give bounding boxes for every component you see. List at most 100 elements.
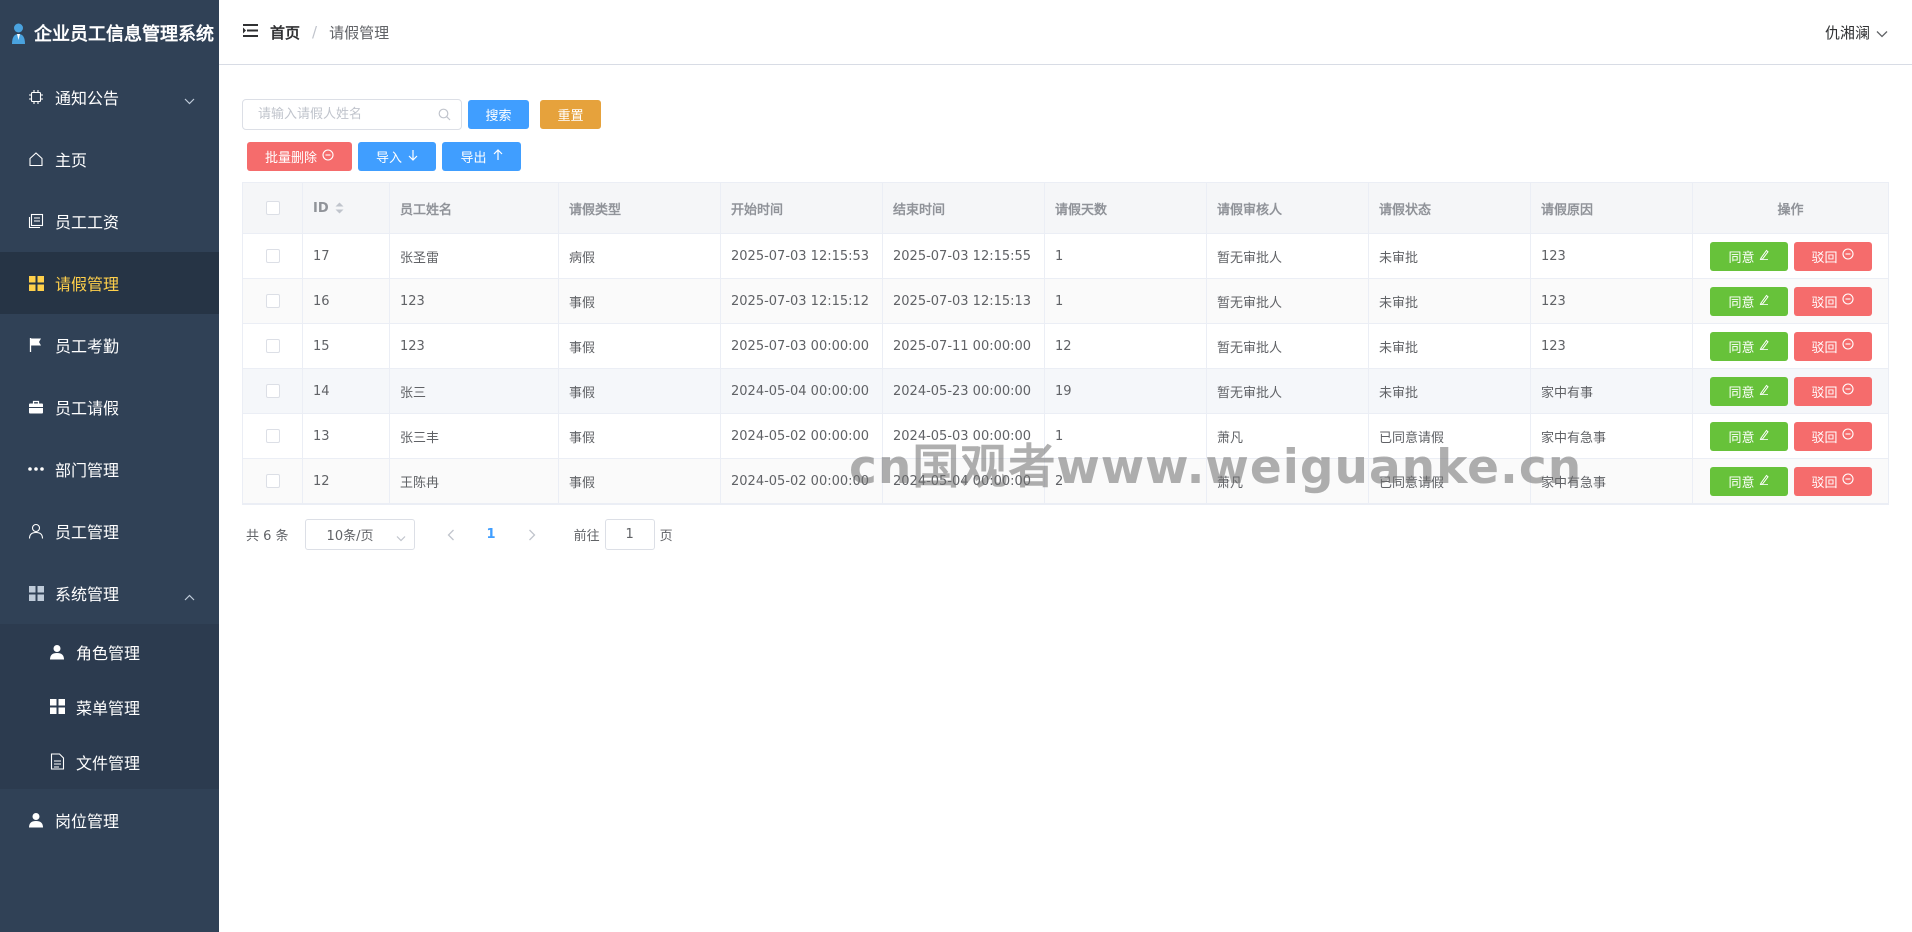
search-input[interactable] — [258, 100, 438, 129]
sidebar-item[interactable]: 通知公告 — [0, 66, 219, 128]
reject-button[interactable]: 驳回 — [1793, 286, 1872, 316]
page-number[interactable]: 1 — [487, 527, 496, 542]
remove-circle-icon — [1841, 293, 1854, 309]
sidebar-item[interactable]: 员工工资 — [0, 190, 219, 252]
table-cell: 张三丰 — [390, 414, 559, 458]
sidebar-item-label: 岗位管理 — [55, 812, 120, 831]
user-icon — [27, 522, 45, 540]
sidebar-subitem[interactable]: 角色管理 — [0, 624, 219, 679]
table-row[interactable]: 13 张三丰 事假 2024-05-02 00:00:00 2024-05-03 00:… — [243, 414, 1888, 459]
sidebar-item[interactable]: 主页 — [0, 128, 219, 190]
table-cell: 17 — [303, 234, 390, 278]
navbar: 首页 / 请假管理 仇湘澜 — [219, 0, 1912, 65]
search-icon — [438, 108, 451, 125]
reject-button[interactable]: 驳回 — [1793, 466, 1872, 496]
row-checkbox[interactable] — [265, 384, 280, 398]
table-row[interactable]: 15 123 事假 2025-07-03 00:00:00 2025-07-11 00:… — [243, 324, 1888, 369]
sidebar-item-label: 主页 — [55, 151, 88, 170]
breadcrumb-separator: / — [312, 23, 318, 41]
row-checkbox[interactable] — [265, 339, 280, 353]
table-cell: 事假 — [559, 279, 721, 323]
row-select-cell — [243, 414, 303, 458]
sidebar-subitem[interactable]: 菜单管理 — [0, 679, 219, 734]
row-checkbox[interactable] — [265, 474, 280, 488]
sidebar-item[interactable]: 部门管理 — [0, 438, 219, 500]
approve-label: 同意 — [1728, 340, 1755, 356]
approve-label: 同意 — [1728, 295, 1755, 311]
grid-icon — [27, 584, 45, 602]
reject-button[interactable]: 驳回 — [1793, 376, 1872, 406]
sidebar-item[interactable]: 员工考勤 — [0, 314, 219, 376]
select-all-checkbox[interactable] — [265, 201, 280, 215]
edit-icon — [1759, 249, 1769, 264]
page-suffix: 页 — [659, 529, 673, 544]
batch-delete-button[interactable]: 批量删除 — [247, 142, 352, 171]
goto-label: 前往 — [573, 529, 600, 544]
sidebar-item[interactable]: 岗位管理 — [0, 789, 219, 851]
sidebar-submenu: 角色管理菜单管理文件管理 — [0, 624, 219, 789]
reject-button[interactable]: 驳回 — [1793, 421, 1872, 451]
breadcrumb-home[interactable]: 首页 — [270, 22, 300, 43]
goto-page-input[interactable] — [604, 519, 655, 550]
arrow-down-icon — [408, 149, 418, 165]
remove-circle-icon — [1841, 248, 1854, 264]
approve-button[interactable]: 同意 — [1709, 286, 1788, 316]
approve-button[interactable]: 同意 — [1709, 466, 1788, 496]
table-cell: 未审批 — [1369, 234, 1531, 278]
table-cell: 14 — [303, 369, 390, 413]
main-area: 首页 / 请假管理 仇湘澜 搜索 重置 — [219, 0, 1912, 932]
header-cell: 结束时间 — [883, 183, 1045, 233]
table-cell: 未审批 — [1369, 324, 1531, 368]
table-cell: 1 — [1045, 234, 1207, 278]
row-checkbox[interactable] — [265, 294, 280, 308]
sidebar-item-label: 员工请假 — [55, 399, 120, 418]
table-cell: 12 — [1045, 324, 1207, 368]
table-row[interactable]: 14 张三 事假 2024-05-04 00:00:00 2024-05-23 00:0… — [243, 369, 1888, 414]
approve-button[interactable]: 同意 — [1709, 331, 1788, 361]
sort-icon[interactable] — [335, 202, 344, 214]
next-page-button[interactable] — [526, 529, 538, 541]
table-cell: 12 — [303, 459, 390, 503]
sidebar-subitem[interactable]: 文件管理 — [0, 734, 219, 789]
table-cell: 2 — [1045, 459, 1207, 503]
approve-button[interactable]: 同意 — [1709, 421, 1788, 451]
more-icon — [27, 460, 45, 478]
reset-button[interactable]: 重置 — [540, 100, 601, 129]
approve-button[interactable]: 同意 — [1709, 376, 1788, 406]
batch-delete-label: 批量删除 — [264, 151, 317, 166]
export-button[interactable]: 导出 — [442, 142, 521, 171]
chevron-down-icon — [184, 90, 195, 109]
sidebar-item[interactable]: 员工管理 — [0, 500, 219, 562]
table-header: ID 员工姓名 请假类型 开始时间 结束时间 请假天数 请假审核人 请假状态 请… — [243, 183, 1888, 234]
sidebar-item[interactable]: 系统管理 — [0, 562, 219, 624]
table-cell: 王陈冉 — [390, 459, 559, 503]
sidebar-item[interactable]: 请假管理 — [0, 252, 219, 314]
table-row[interactable]: 17 张圣雷 病假 2025-07-03 12:15:53 2025-07-03 12:… — [243, 234, 1888, 279]
sidebar-item[interactable]: 员工请假 — [0, 376, 219, 438]
hamburger-icon[interactable] — [243, 23, 258, 41]
prev-page-button[interactable] — [445, 529, 457, 541]
row-checkbox[interactable] — [265, 249, 280, 263]
table-row[interactable]: 12 王陈冉 事假 2024-05-02 00:00:00 2024-05-04 00:… — [243, 459, 1888, 504]
approve-button[interactable]: 同意 — [1709, 241, 1788, 271]
sidebar-subitem-label: 文件管理 — [76, 753, 141, 773]
reject-button[interactable]: 驳回 — [1793, 241, 1872, 271]
header-cell-id[interactable]: ID — [303, 183, 390, 233]
reject-button[interactable]: 驳回 — [1793, 331, 1872, 361]
table-row[interactable]: 16 123 事假 2025-07-03 12:15:12 2025-07-03 12:… — [243, 279, 1888, 324]
search-button[interactable]: 搜索 — [468, 100, 529, 129]
header-cell: 请假天数 — [1045, 183, 1207, 233]
row-checkbox[interactable] — [265, 429, 280, 443]
row-select-cell — [243, 369, 303, 413]
page-size-select[interactable]: 10条/页 — [304, 519, 415, 550]
table-cell: 暂无审批人 — [1207, 279, 1369, 323]
table-cell: 家中有事 — [1531, 369, 1693, 413]
table-body: 17 张圣雷 病假 2025-07-03 12:15:53 2025-07-03 12:… — [243, 234, 1888, 504]
import-button[interactable]: 导入 — [358, 142, 436, 171]
sidebar-item-label: 部门管理 — [55, 461, 120, 480]
table-cell: 未审批 — [1369, 279, 1531, 323]
menu-icon — [48, 698, 66, 716]
table-cell: 2025-07-03 12:15:12 — [721, 279, 883, 323]
sidebar-subitem-label: 角色管理 — [76, 643, 141, 663]
user-dropdown[interactable]: 仇湘澜 — [1825, 22, 1888, 43]
